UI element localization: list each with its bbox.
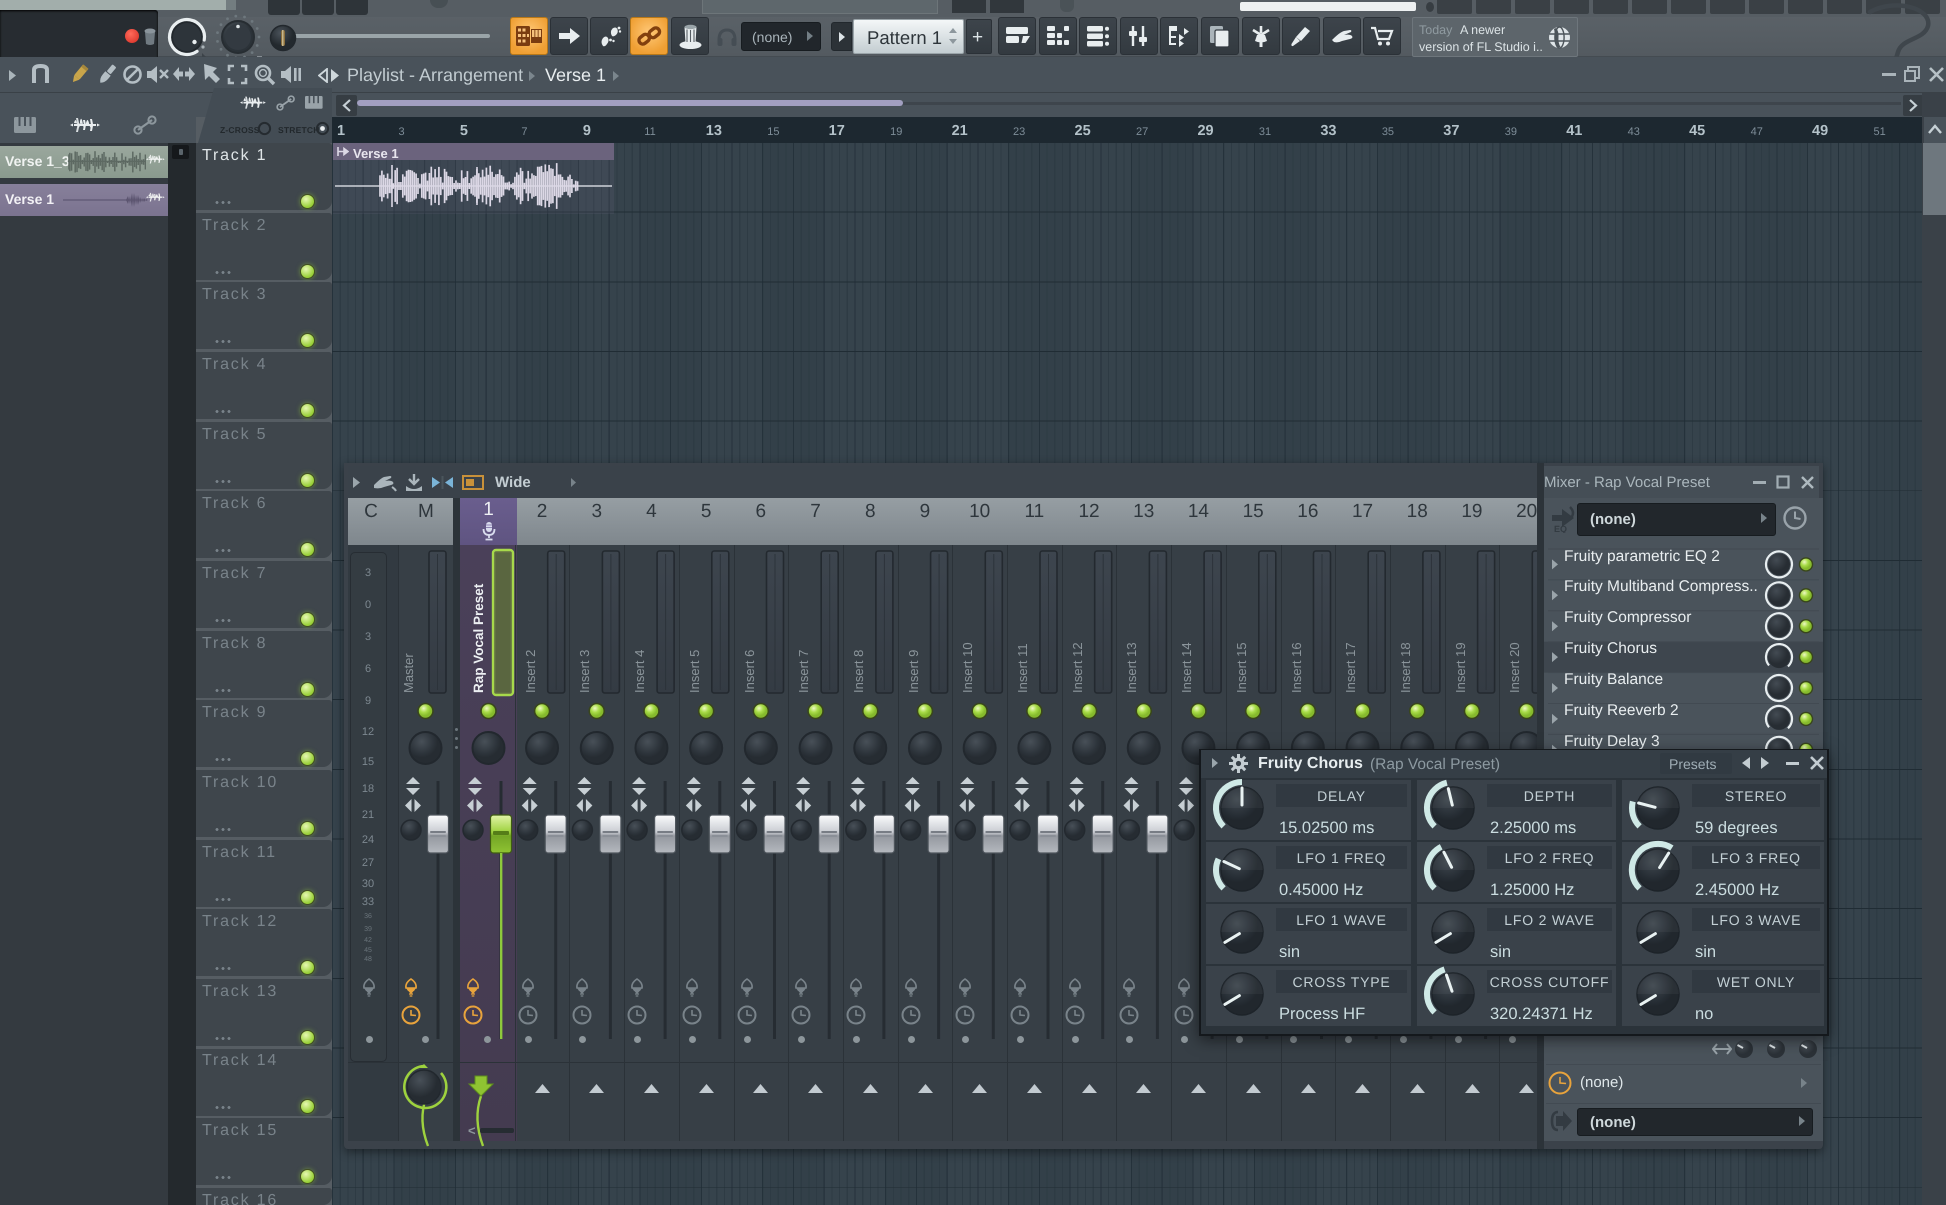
svg-text:EQ: EQ <box>1554 524 1567 533</box>
